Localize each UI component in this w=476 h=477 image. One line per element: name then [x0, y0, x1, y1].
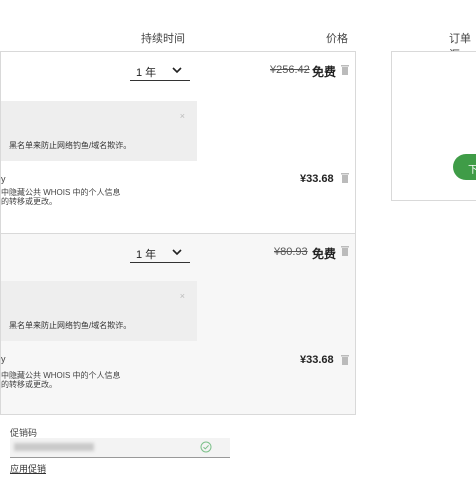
- privacy-description-line2: 的转移或更改。: [1, 380, 57, 389]
- trash-icon[interactable]: [341, 173, 349, 183]
- checkout-button[interactable]: 下: [453, 154, 476, 180]
- notice-text: 黑名单来防止网络钓鱼/域名欺诈。: [9, 321, 132, 330]
- privacy-price: ¥33.68: [300, 173, 334, 185]
- cart-item: 1 年 ¥80.93 免费 × 黑名单来防止网络钓鱼/域名欺诈。 y 中隐藏公共…: [1, 234, 355, 414]
- free-label: 免费: [312, 247, 337, 261]
- trash-icon[interactable]: [341, 65, 349, 75]
- column-header-price: 价格: [326, 33, 348, 45]
- trash-icon[interactable]: [341, 355, 349, 365]
- duration-value: 1 年: [136, 67, 157, 79]
- column-header-duration: 持续时间: [141, 33, 185, 45]
- promo-code-value-redacted: [14, 443, 94, 451]
- duration-select[interactable]: 1 年: [130, 60, 190, 81]
- apply-promo-link[interactable]: 应用促销: [10, 462, 46, 475]
- original-price: ¥80.93: [274, 246, 308, 258]
- privacy-title-fragment: y: [1, 354, 6, 364]
- promo-code-input[interactable]: [10, 438, 230, 458]
- duration-value: 1 年: [136, 249, 157, 261]
- privacy-description-line2: 的转移或更改。: [1, 197, 57, 206]
- checkout-button-label: 下: [468, 165, 476, 176]
- close-icon[interactable]: ×: [180, 291, 185, 301]
- chevron-down-icon: [172, 67, 182, 74]
- order-summary-panel: 下: [391, 51, 476, 201]
- notice-panel: × 黑名单来防止网络钓鱼/域名欺诈。: [1, 101, 197, 161]
- privacy-price: ¥33.68: [300, 354, 334, 366]
- cart-items-card: 1 年 ¥256.42 免费 × 黑名单来防止网络钓鱼/域名欺诈。 y 中隐藏公…: [0, 51, 356, 415]
- notice-panel: × 黑名单来防止网络钓鱼/域名欺诈。: [1, 281, 197, 341]
- free-label: 免费: [312, 65, 337, 79]
- trash-icon[interactable]: [341, 246, 349, 256]
- close-icon[interactable]: ×: [180, 111, 185, 121]
- privacy-title-fragment: y: [1, 174, 6, 184]
- duration-select[interactable]: 1 年: [130, 242, 190, 263]
- original-price: ¥256.42: [270, 64, 310, 76]
- notice-text: 黑名单来防止网络钓鱼/域名欺诈。: [9, 141, 132, 150]
- cart-item: 1 年 ¥256.42 免费 × 黑名单来防止网络钓鱼/域名欺诈。 y 中隐藏公…: [1, 52, 355, 232]
- chevron-down-icon: [172, 249, 182, 256]
- check-circle-icon: [200, 441, 212, 453]
